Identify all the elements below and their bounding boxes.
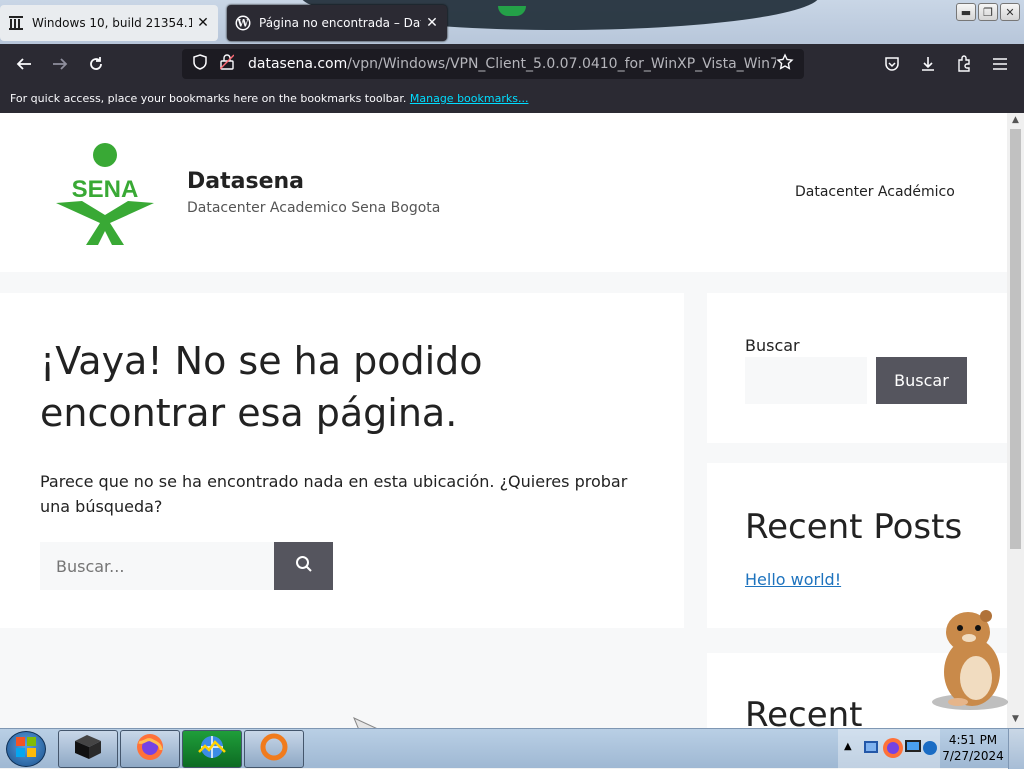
manage-bookmarks-link[interactable]: Manage bookmarks... bbox=[410, 92, 529, 105]
scroll-up-icon[interactable]: ▲ bbox=[1007, 115, 1024, 129]
hamster-desktop-pet[interactable] bbox=[920, 606, 1010, 712]
main-content: ¡Vaya! No se ha podido encontrar esa pág… bbox=[0, 293, 684, 628]
search-button[interactable] bbox=[274, 542, 333, 590]
maximize-icon[interactable]: ❐ bbox=[978, 3, 998, 21]
orange-ring-icon bbox=[259, 732, 289, 766]
tab-title: Página no encontrada – Datase bbox=[259, 16, 421, 30]
recent-posts-heading: Recent Posts bbox=[745, 507, 963, 547]
firefox-icon bbox=[135, 732, 165, 766]
browser-toolbar: datasena.com/vpn/Windows/VPN_Client_5.0.… bbox=[0, 44, 1024, 84]
search-input[interactable] bbox=[40, 542, 274, 590]
lock-insecure-icon[interactable] bbox=[219, 54, 235, 74]
reload-icon[interactable] bbox=[78, 48, 114, 80]
site-tagline: Datacenter Academico Sena Bogota bbox=[187, 200, 441, 216]
minimize-icon[interactable]: ▬ bbox=[956, 3, 976, 21]
recent-heading: Recent bbox=[745, 695, 863, 728]
system-tray: ▲ bbox=[838, 729, 940, 769]
taskbar-app-firefox[interactable] bbox=[120, 730, 180, 768]
bookmarks-toolbar: For quick access, place your bookmarks h… bbox=[0, 84, 1024, 113]
taskbar-app-terminal[interactable] bbox=[58, 730, 118, 768]
window-controls: ▬ ❐ ✕ bbox=[956, 3, 1020, 21]
sidebar-search-button[interactable]: Buscar bbox=[876, 357, 967, 404]
site-title[interactable]: Datasena bbox=[187, 169, 304, 194]
shield-icon[interactable] bbox=[192, 54, 208, 74]
wordpress-icon: W bbox=[235, 15, 251, 31]
url-host: datasena.com bbox=[248, 56, 348, 72]
archive-site-icon bbox=[8, 15, 24, 31]
start-button[interactable] bbox=[6, 731, 46, 767]
pocket-icon[interactable] bbox=[874, 48, 910, 80]
logo-text: SENA bbox=[72, 176, 139, 203]
tray-globe-icon[interactable] bbox=[922, 739, 938, 761]
recent-post-link[interactable]: Hello world! bbox=[745, 570, 841, 589]
svg-text:W: W bbox=[236, 19, 249, 30]
search-icon bbox=[295, 555, 313, 577]
close-window-icon[interactable]: ✕ bbox=[1000, 3, 1020, 21]
scroll-thumb[interactable] bbox=[1010, 129, 1021, 549]
url-text: datasena.com/vpn/Windows/VPN_Client_5.0.… bbox=[248, 56, 776, 72]
menu-hamburger-icon[interactable] bbox=[982, 48, 1018, 80]
address-bar[interactable]: datasena.com/vpn/Windows/VPN_Client_5.0.… bbox=[182, 49, 804, 79]
nav-item-datacenter-academico[interactable]: Datacenter Académico bbox=[795, 184, 955, 200]
tray-monitor-icon[interactable] bbox=[904, 737, 922, 763]
terminal-box-icon bbox=[71, 733, 105, 765]
network-globe-icon bbox=[197, 732, 227, 766]
tab-windows-10[interactable]: Windows 10, build 21354.1 (co... ✕ bbox=[0, 5, 218, 41]
tab-pagina-no-encontrada[interactable]: W Página no encontrada – Datase ✕ bbox=[227, 5, 447, 41]
scroll-down-icon[interactable]: ▼ bbox=[1007, 714, 1024, 728]
tray-expand-icon[interactable]: ▲ bbox=[844, 741, 852, 752]
extensions-icon[interactable] bbox=[946, 48, 982, 80]
bookmarks-hint: For quick access, place your bookmarks h… bbox=[10, 92, 407, 105]
recent-posts-widget: Recent Posts Hello world! bbox=[707, 463, 1007, 628]
bookmark-star-icon[interactable] bbox=[776, 53, 794, 75]
tab-title: Windows 10, build 21354.1 (co... bbox=[32, 16, 192, 30]
show-desktop-button[interactable] bbox=[1008, 729, 1024, 769]
forward-arrow-icon[interactable] bbox=[42, 48, 78, 80]
sidebar-search-input[interactable] bbox=[745, 357, 867, 404]
tray-firefox-icon[interactable] bbox=[882, 737, 904, 763]
page-heading: ¡Vaya! No se ha podido encontrar esa pág… bbox=[40, 339, 483, 435]
site-header: SENA Datasena Datacenter Academico Sena … bbox=[0, 113, 1007, 272]
browser-tab-strip: Windows 10, build 21354.1 (co... ✕ W Pág… bbox=[0, 0, 1024, 44]
not-found-message: Parece que no se ha encontrado nada en e… bbox=[40, 472, 628, 516]
close-tab-icon[interactable]: ✕ bbox=[196, 15, 210, 31]
web-page: SENA Datasena Datacenter Academico Sena … bbox=[0, 113, 1007, 728]
taskbar: ▲ 4:51 PM 7/27/2024 bbox=[0, 728, 1024, 769]
windows-logo-icon bbox=[15, 736, 37, 762]
back-arrow-icon[interactable] bbox=[6, 48, 42, 80]
close-tab-icon[interactable]: ✕ bbox=[425, 15, 439, 31]
tray-network-icon[interactable] bbox=[862, 737, 880, 763]
clock-date: 7/27/2024 bbox=[942, 749, 1004, 763]
sena-logo[interactable]: SENA bbox=[52, 141, 158, 245]
taskbar-app-network[interactable] bbox=[182, 730, 242, 768]
taskbar-clock[interactable]: 4:51 PM 7/27/2024 bbox=[940, 732, 1006, 764]
url-path: /vpn/Windows/VPN_Client_5.0.07.0410_for_… bbox=[347, 56, 776, 72]
clock-time: 4:51 PM bbox=[948, 733, 998, 747]
taskbar-app-orange-ring[interactable] bbox=[244, 730, 304, 768]
sidebar-search-label: Buscar bbox=[745, 336, 800, 355]
sidebar-search-widget: Buscar Buscar bbox=[707, 293, 1007, 443]
download-icon[interactable] bbox=[910, 48, 946, 80]
